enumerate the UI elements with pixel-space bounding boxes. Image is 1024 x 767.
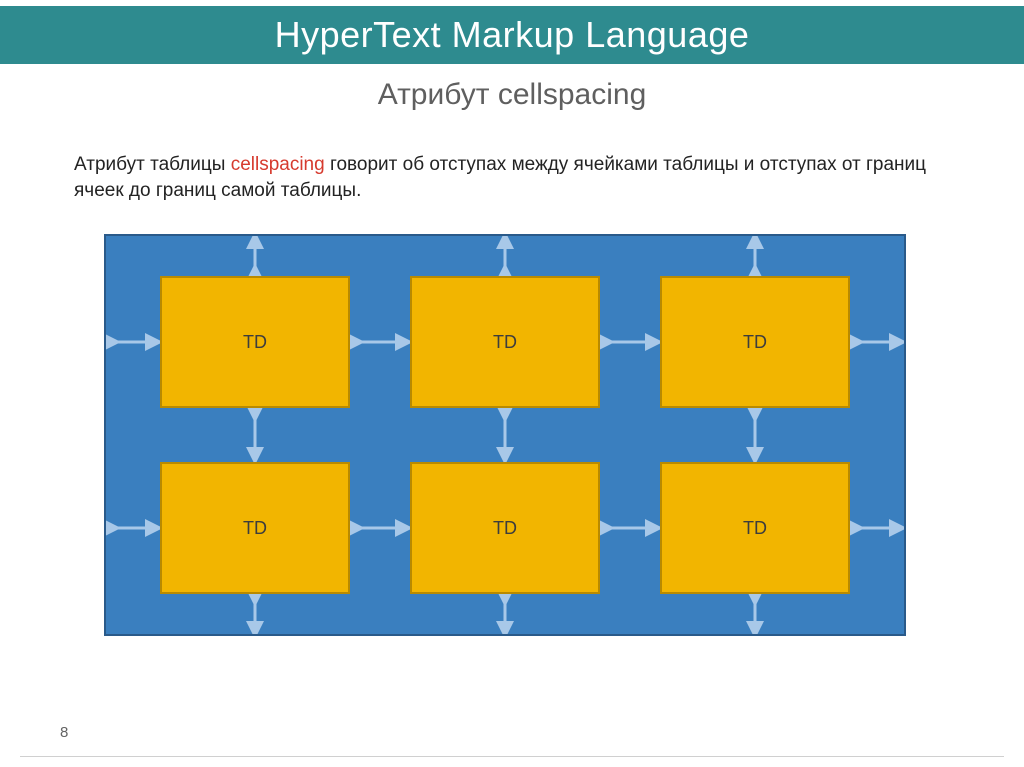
body-text: Атрибут таблицы cellspacing говорит об о… <box>74 152 964 203</box>
gap-h <box>600 276 660 408</box>
gap-corner <box>350 594 410 634</box>
gap-corner <box>106 594 160 634</box>
gap-bottom <box>410 594 600 634</box>
gap-bottom <box>160 594 350 634</box>
gap-corner <box>350 236 410 276</box>
cell-label: TD <box>493 518 517 539</box>
gap-right <box>850 276 904 408</box>
gap-v <box>160 408 350 462</box>
gap-corner <box>850 408 904 462</box>
gap-corner <box>106 236 160 276</box>
gap-h <box>350 276 410 408</box>
body-prefix: Атрибут таблицы <box>74 154 231 175</box>
gap-left <box>106 276 160 408</box>
gap-v <box>410 408 600 462</box>
cell-label: TD <box>743 518 767 539</box>
gap-top <box>160 236 350 276</box>
gap-h <box>600 462 660 594</box>
table-cell: TD <box>660 462 850 594</box>
table-cell: TD <box>660 276 850 408</box>
gap-corner <box>106 408 160 462</box>
page-title: HyperText Markup Language <box>275 14 750 56</box>
subtitle: Атрибут cellspacing <box>0 78 1024 112</box>
cell-label: TD <box>243 518 267 539</box>
cellspacing-diagram: TD TD TD TD TD TD <box>104 234 906 636</box>
gap-top <box>660 236 850 276</box>
slide: HyperText Markup Language Атрибут cellsp… <box>0 0 1024 767</box>
cell-label: TD <box>493 332 517 353</box>
gap-corner <box>850 594 904 634</box>
gap-corner <box>600 594 660 634</box>
table-cell: TD <box>160 462 350 594</box>
gap-h <box>350 462 410 594</box>
gap-v <box>660 408 850 462</box>
title-bar: HyperText Markup Language <box>0 6 1024 64</box>
keyword-cellspacing: cellspacing <box>231 154 325 175</box>
divider <box>20 756 1004 757</box>
table-cell: TD <box>410 462 600 594</box>
gap-right <box>850 462 904 594</box>
gap-corner <box>850 236 904 276</box>
gap-corner <box>600 408 660 462</box>
gap-corner <box>600 236 660 276</box>
cell-label: TD <box>743 332 767 353</box>
table-cell: TD <box>160 276 350 408</box>
gap-left <box>106 462 160 594</box>
table-cell: TD <box>410 276 600 408</box>
page-number: 8 <box>60 724 68 741</box>
gap-bottom <box>660 594 850 634</box>
diagram-grid: TD TD TD TD TD TD <box>106 236 904 634</box>
gap-corner <box>350 408 410 462</box>
cell-label: TD <box>243 332 267 353</box>
gap-top <box>410 236 600 276</box>
